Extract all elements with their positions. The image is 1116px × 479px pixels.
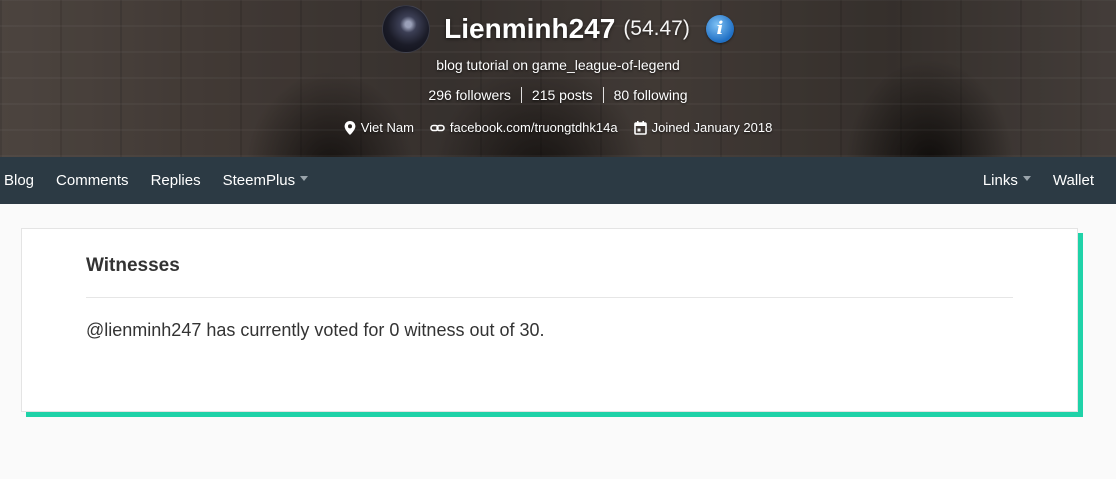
- joined-text: Joined January 2018: [651, 120, 773, 135]
- profile-website[interactable]: facebook.com/truongtdhk14a: [430, 120, 618, 135]
- nav-left: Blog Comments Replies SteemPlus: [4, 157, 330, 204]
- nav-links-label: Links: [982, 172, 1018, 189]
- chevron-down-icon: [300, 176, 309, 181]
- following-count[interactable]: 80 following: [602, 87, 698, 103]
- calendar-icon: [633, 120, 647, 135]
- website-link[interactable]: facebook.com/truongtdhk14a: [450, 120, 618, 135]
- map-pin-icon: [344, 120, 356, 135]
- followers-count[interactable]: 296 followers: [418, 87, 521, 103]
- info-icon[interactable]: i: [705, 15, 734, 43]
- card-title: Witnesses: [86, 255, 180, 276]
- posts-count: 215 posts: [520, 87, 603, 103]
- witness-card: Witnesses @lienminh247 has currently vot…: [21, 228, 1078, 412]
- nav-wallet[interactable]: Wallet: [1053, 172, 1094, 189]
- profile-navbar: Blog Comments Replies SteemPlus Links Wa…: [0, 157, 1116, 204]
- nav-blog[interactable]: Blog: [4, 172, 34, 189]
- nav-steemplus-dropdown[interactable]: SteemPlus: [223, 172, 309, 189]
- chevron-down-icon: [1022, 176, 1031, 181]
- avatar[interactable]: [382, 5, 431, 53]
- profile-stats: 296 followers 215 posts 80 following: [0, 87, 1116, 103]
- profile-meta: Viet Nam facebook.com/truongtdhk14a Join…: [0, 120, 1116, 135]
- witness-vote-message: @lienminh247 has currently voted for 0 w…: [86, 320, 545, 340]
- profile-joined: Joined January 2018: [633, 120, 773, 135]
- profile-about: blog tutorial on game_league-of-legend: [436, 57, 680, 73]
- location-text: Viet Nam: [360, 120, 414, 135]
- profile-location: Viet Nam: [344, 120, 414, 135]
- nav-replies[interactable]: Replies: [151, 172, 201, 189]
- reputation-score: (54.47): [623, 17, 690, 40]
- link-icon: [430, 124, 445, 131]
- profile-username: Lienminh247: [444, 13, 616, 44]
- card-divider: [86, 297, 1013, 298]
- nav-links-dropdown[interactable]: Links: [983, 172, 1031, 189]
- profile-title-row: Lienminh247 (54.47) i: [0, 4, 1116, 54]
- nav-right: Links Wallet: [983, 157, 1094, 204]
- nav-comments[interactable]: Comments: [56, 172, 129, 189]
- nav-steemplus-label: SteemPlus: [222, 172, 296, 189]
- profile-cover: Lienminh247 (54.47) i blog tutorial on g…: [0, 0, 1116, 157]
